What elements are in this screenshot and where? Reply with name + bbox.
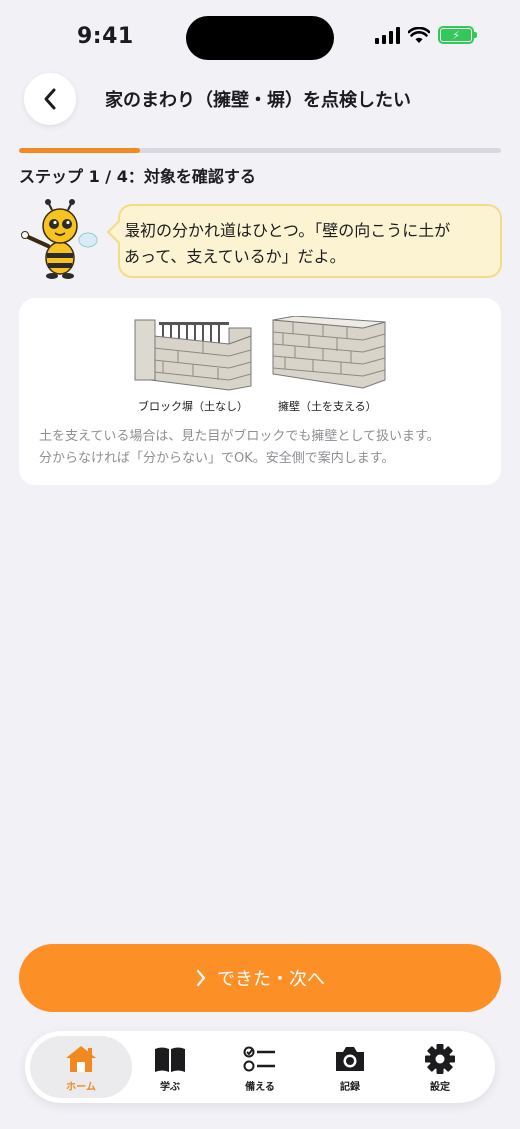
step-label: ステップ 1 / 4：対象を確認する (19, 167, 256, 186)
camera-icon (336, 1047, 364, 1071)
block-fence-illustration (134, 319, 252, 391)
home-icon (66, 1046, 96, 1072)
progress-fill (19, 148, 140, 153)
status-bar: 9:41 ⚡ (0, 0, 520, 78)
tab-record-label: 記録 (340, 1082, 360, 1093)
tab-record[interactable]: 記録 (300, 1036, 400, 1098)
tab-home-label: ホーム (66, 1082, 96, 1093)
progress-bar (19, 148, 501, 153)
block-fence-caption: ブロック塀（土なし） (138, 400, 248, 413)
checklist-icon (243, 1046, 275, 1072)
wifi-icon (408, 26, 430, 43)
dynamic-island (186, 16, 334, 60)
tab-settings-label: 設定 (430, 1082, 450, 1093)
next-button[interactable]: できた・次へ (19, 944, 501, 1012)
tab-prepare[interactable]: 備える (210, 1036, 310, 1098)
tab-learn-label: 学ぶ (160, 1082, 180, 1093)
tab-home[interactable]: ホーム (30, 1036, 132, 1098)
bee-mascot-icon (21, 199, 98, 279)
chevron-left-icon (44, 88, 56, 110)
chevron-right-icon (196, 969, 206, 987)
retaining-wall-illustration (272, 316, 386, 389)
retaining-wall-caption: 擁壁（土を支える） (278, 400, 377, 413)
card-note-line-2: 分からなければ「分からない」でOK。安全側で案内します。 (39, 451, 395, 466)
tab-prepare-label: 備える (245, 1082, 275, 1093)
next-button-label: できた・次へ (217, 969, 325, 990)
back-button[interactable] (24, 73, 76, 125)
card-note: 土を支えている場合は、見た目がブロックでも擁壁として扱います。 分からなければ「… (39, 426, 489, 470)
speech-bubble: 最初の分かれ道はひとつ。「壁の向こうに土が あって、支えているか」だよ。 (118, 204, 502, 278)
page-title: 家のまわり（擁壁・塀）を点検したい (105, 90, 411, 111)
bubble-line-1: 最初の分かれ道はひとつ。「壁の向こうに土が (124, 221, 451, 240)
info-card: ブロック塀（土なし） 擁壁（土を支える） 土を支えている場合は、見た目がブロック… (19, 298, 501, 485)
bubble-line-2: あって、支えているか」だよ。 (124, 247, 346, 266)
battery-icon: ⚡ (438, 26, 477, 44)
cellular-signal-icon (375, 26, 400, 44)
gear-icon (425, 1044, 455, 1074)
tab-learn[interactable]: 学ぶ (120, 1036, 220, 1098)
tab-bar: ホーム 学ぶ 備える 記録 設定 (25, 1031, 495, 1103)
book-icon (155, 1047, 185, 1072)
status-icons: ⚡ (375, 26, 477, 44)
card-note-line-1: 土を支えている場合は、見た目がブロックでも擁壁として扱います。 (39, 429, 440, 444)
status-time: 9:41 (77, 24, 134, 49)
tab-settings[interactable]: 設定 (390, 1036, 490, 1098)
